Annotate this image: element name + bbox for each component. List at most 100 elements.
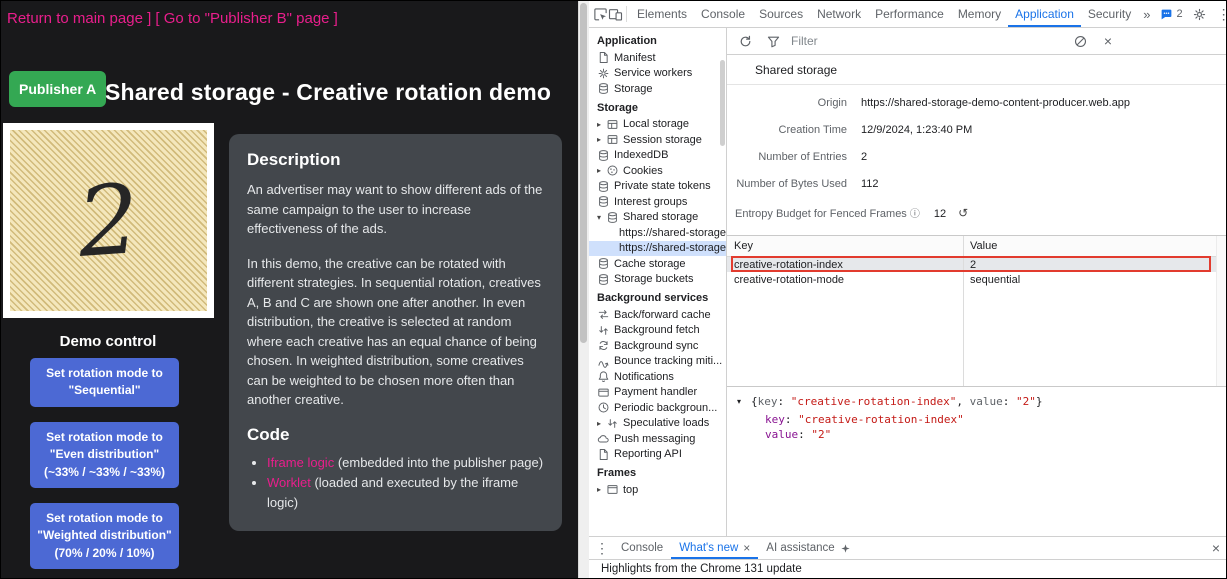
set-even-distribution-button[interactable]: Set rotation mode to "Even distribution"…	[30, 422, 179, 488]
tab-sources[interactable]: Sources	[752, 1, 810, 27]
page-scrollbar[interactable]	[578, 1, 589, 578]
database-icon	[597, 82, 610, 95]
button-line: (70% / 20% / 10%)	[34, 545, 175, 562]
sidebar-item-label: top	[623, 484, 638, 496]
chevron-right-icon[interactable]: ▸	[597, 120, 606, 129]
tab-whats-new[interactable]: What's new ×	[671, 537, 758, 559]
sidebar-item-cookies[interactable]: ▸Cookies	[589, 163, 726, 179]
meta-label: Number of Entries	[735, 151, 861, 163]
tab-application[interactable]: Application	[1008, 1, 1081, 27]
tab-console[interactable]: Console	[694, 1, 752, 27]
list-item: Iframe logic (embedded into the publishe…	[267, 453, 544, 473]
settings-gear-icon[interactable]	[1188, 7, 1212, 22]
table-row-creative-rotation-index[interactable]: creative-rotation-index 2	[727, 257, 1226, 272]
meta-label: Entropy Budget for Fenced Frames ⓘ	[735, 205, 934, 220]
sidebar-item-label: Background fetch	[614, 324, 700, 336]
tab-ai-assistance[interactable]: AI assistance	[758, 537, 858, 559]
chevron-down-icon[interactable]: ▾	[737, 397, 751, 406]
sidebar-item-manifest[interactable]: Manifest	[589, 50, 726, 66]
chevron-right-icon[interactable]: ▸	[597, 135, 606, 144]
sidebar-item-storage[interactable]: Storage	[589, 81, 726, 97]
sidebar-item-storage-buckets[interactable]: Storage buckets	[589, 272, 726, 288]
refresh-icon[interactable]	[733, 34, 757, 49]
sidebar-item-background-fetch[interactable]: Background fetch	[589, 323, 726, 339]
chevron-down-icon[interactable]: ▾	[597, 213, 606, 222]
chevron-right-icon[interactable]: ▸	[597, 419, 606, 428]
card-icon	[597, 386, 610, 399]
sidebar-item-notifications[interactable]: Notifications	[589, 369, 726, 385]
publisher-a-badge: Publisher A	[9, 71, 106, 107]
button-line: Set rotation mode to	[34, 429, 175, 446]
tab-memory[interactable]: Memory	[951, 1, 1008, 27]
colon: :	[778, 395, 791, 408]
sidebar-item-local-storage[interactable]: ▸Local storage	[589, 117, 726, 133]
device-toolbar-icon[interactable]	[608, 1, 623, 27]
meta-row-creation-time: Creation Time 12/9/2024, 1:23:40 PM	[735, 124, 1226, 136]
column-header-value[interactable]: Value	[963, 240, 997, 252]
page-scrollbar-thumb[interactable]	[580, 3, 587, 343]
table-scrollbar[interactable]	[1216, 236, 1226, 386]
whats-new-label: What's new	[679, 542, 738, 554]
more-tabs-button[interactable]: »	[1138, 1, 1155, 27]
clear-icon[interactable]: ×	[1096, 33, 1120, 49]
devtools-menu-icon[interactable]: ⋮	[1212, 6, 1227, 23]
tab-elements[interactable]: Elements	[630, 1, 694, 27]
sidebar-item-label: Periodic backgroun...	[614, 402, 717, 414]
drawer-menu-icon[interactable]: ⋮	[595, 540, 609, 557]
sidebar-item-private-state-tokens[interactable]: Private state tokens	[589, 179, 726, 195]
column-header-key[interactable]: Key	[727, 240, 963, 252]
filter-input[interactable]	[789, 33, 1064, 49]
drawer-close-icon[interactable]: ×	[1212, 540, 1220, 556]
tab-network[interactable]: Network	[810, 1, 868, 27]
sidebar-item-service-workers[interactable]: Service workers	[589, 66, 726, 82]
tab-security[interactable]: Security	[1081, 1, 1138, 27]
sidebar-item-shared-storage-origin[interactable]: https://shared-storage...	[589, 225, 726, 241]
database-icon	[597, 180, 610, 193]
sidebar-item-cache-storage[interactable]: Cache storage	[589, 256, 726, 272]
sidebar-item-periodic-background-sync[interactable]: Periodic backgroun...	[589, 400, 726, 416]
gear-icon	[597, 67, 610, 80]
block-icon[interactable]	[1068, 34, 1092, 49]
reset-budget-icon[interactable]: ↺	[958, 206, 968, 220]
publisher-b-link[interactable]: Go to "Publisher B" page	[164, 10, 330, 27]
bracket-end: ]	[330, 10, 338, 27]
table-row-creative-rotation-mode[interactable]: creative-rotation-mode sequential	[727, 272, 1226, 287]
sidebar-item-background-sync[interactable]: Background sync	[589, 338, 726, 354]
set-weighted-distribution-button[interactable]: Set rotation mode to "Weighted distribut…	[30, 503, 179, 569]
set-sequential-button[interactable]: Set rotation mode to "Sequential"	[30, 358, 179, 407]
tab-performance[interactable]: Performance	[868, 1, 951, 27]
preview-property-key: key: "creative-rotation-index"	[737, 412, 1226, 427]
issues-bubble-icon	[1160, 8, 1173, 21]
demo-control-buttons: Set rotation mode to "Sequential" Set ro…	[30, 358, 179, 569]
button-line: (~33% / ~33% / ~33%)	[34, 464, 175, 481]
property-value: "2"	[811, 428, 831, 441]
inspect-element-icon[interactable]	[593, 1, 608, 27]
sidebar-item-speculative-loads[interactable]: ▸Speculative loads	[589, 416, 726, 432]
sidebar-item-back-forward-cache[interactable]: Back/forward cache	[589, 307, 726, 323]
sidebar-item-payment-handler[interactable]: Payment handler	[589, 385, 726, 401]
table-cell-key: creative-rotation-mode	[727, 274, 963, 286]
sidebar-item-indexeddb[interactable]: IndexedDB	[589, 148, 726, 164]
sidebar-item-shared-storage-origin-selected[interactable]: https://shared-storage...	[589, 241, 726, 257]
worklet-link[interactable]: Worklet	[267, 475, 311, 490]
list-item-text: (embedded into the publisher page)	[334, 455, 543, 470]
issues-badge[interactable]: 2	[1155, 8, 1187, 21]
tab-console-drawer[interactable]: Console	[613, 537, 671, 559]
chevron-right-icon[interactable]: ▸	[597, 166, 606, 175]
sidebar-item-frame-top[interactable]: ▸ top	[589, 482, 726, 498]
info-icon[interactable]: ⓘ	[910, 209, 920, 220]
iframe-logic-link[interactable]: Iframe logic	[267, 455, 334, 470]
sidebar-scrollbar-thumb[interactable]	[720, 60, 725, 146]
return-main-page-link[interactable]: Return to main page	[7, 10, 143, 27]
sidebar-item-reporting-api[interactable]: Reporting API	[589, 447, 726, 463]
sidebar-item-push-messaging[interactable]: Push messaging	[589, 431, 726, 447]
chevron-right-icon[interactable]: ▸	[597, 485, 606, 494]
sidebar-item-label: Session storage	[623, 134, 702, 146]
sidebar-item-interest-groups[interactable]: Interest groups	[589, 194, 726, 210]
column-divider[interactable]	[963, 236, 964, 386]
close-icon[interactable]: ×	[743, 541, 750, 555]
sidebar-item-session-storage[interactable]: ▸ Session storage	[589, 132, 726, 148]
sidebar-item-bounce-tracking[interactable]: Bounce tracking miti...	[589, 354, 726, 370]
table-icon	[606, 118, 619, 131]
sidebar-item-shared-storage[interactable]: ▾Shared storage	[589, 210, 726, 226]
